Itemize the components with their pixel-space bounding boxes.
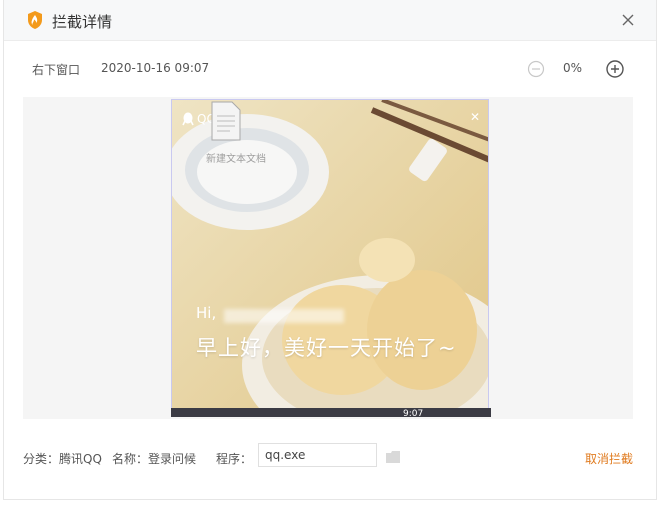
category-label: 分类：腾讯QQ	[23, 452, 102, 466]
interception-dialog: 拦截详情 右下窗口 2020-10-16 09:07 0% QQ ✕ 新建文本文…	[3, 0, 657, 500]
cancel-intercept-link[interactable]: 取消拦截	[585, 450, 633, 467]
close-icon[interactable]	[618, 10, 638, 30]
blurred-username	[224, 309, 344, 323]
document-label: 新建文本文档	[206, 154, 266, 165]
program-field[interactable]: qq.exe	[258, 443, 377, 467]
zoom-out-icon[interactable]	[527, 60, 545, 78]
program-label: 程序：	[216, 452, 253, 466]
food-photo	[172, 100, 488, 416]
document-icon	[210, 100, 242, 142]
folder-icon[interactable]	[385, 449, 401, 463]
title-bar: 拦截详情	[4, 0, 656, 41]
qq-popup-screenshot: QQ ✕ 新建文本文档 Hi, 早上好，美好一天开始了~	[171, 99, 489, 417]
zoom-level: 0%	[563, 61, 583, 75]
greeting-message: 早上好，美好一天开始了~	[196, 336, 457, 360]
greeting-hi: Hi,	[196, 304, 217, 322]
zoom-in-icon[interactable]	[605, 59, 625, 79]
flame-shield-icon	[26, 10, 44, 30]
intercept-datetime: 2020-10-16 09:07	[101, 61, 210, 75]
name-label: 名称：登录问候	[112, 452, 197, 466]
popup-close-icon: ✕	[469, 110, 480, 124]
popup-preview-area: QQ ✕ 新建文本文档 Hi, 早上好，美好一天开始了~ 9:07	[23, 97, 633, 419]
popup-position: 右下窗口	[32, 63, 81, 77]
taskbar-strip	[171, 408, 491, 417]
taskbar-time: 9:07	[403, 409, 424, 419]
dialog-title: 拦截详情	[52, 13, 113, 31]
